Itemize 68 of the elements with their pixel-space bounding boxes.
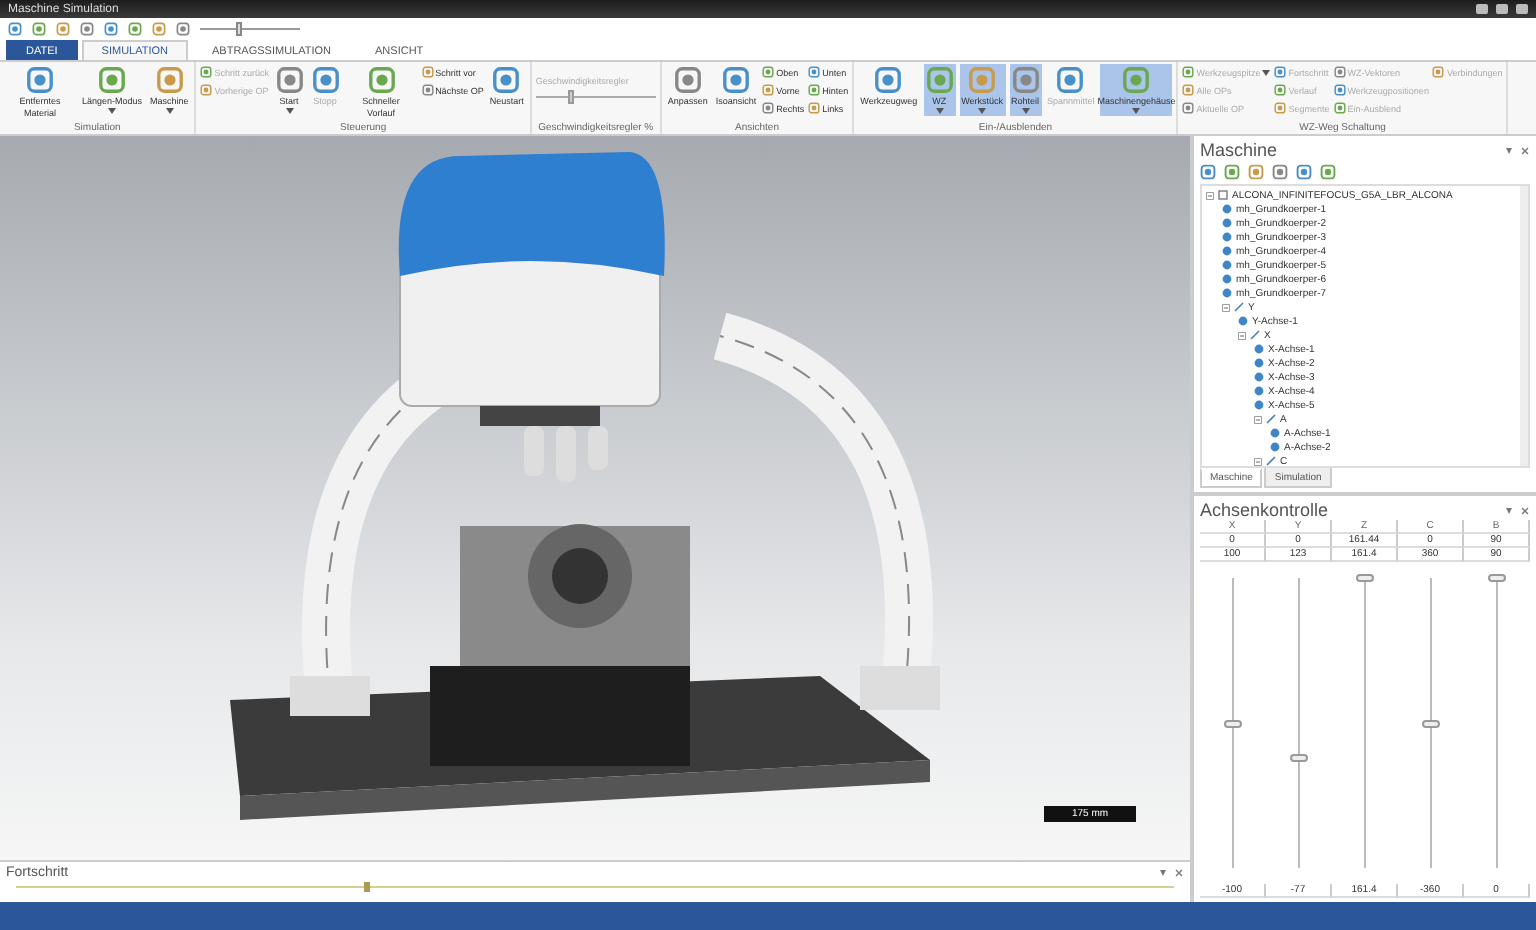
square-dot-icon bbox=[200, 84, 213, 96]
square-dot-icon bbox=[1272, 164, 1288, 180]
progress-thumb[interactable] bbox=[363, 882, 370, 892]
square-dot-icon bbox=[56, 22, 70, 36]
collapse-icon[interactable] bbox=[1222, 303, 1230, 311]
square-dot-icon bbox=[1333, 102, 1346, 114]
caret-icon bbox=[1132, 107, 1141, 113]
close-button[interactable] bbox=[1516, 4, 1528, 14]
square-dot-icon bbox=[1182, 84, 1195, 96]
slider-thumb[interactable] bbox=[235, 22, 241, 36]
square-dot-icon bbox=[1333, 84, 1346, 96]
square-dot-icon bbox=[1182, 66, 1195, 78]
slider-thumb[interactable] bbox=[1422, 719, 1440, 727]
axis-icon bbox=[1234, 302, 1244, 312]
square-dot-icon bbox=[176, 22, 190, 36]
square-dot-icon bbox=[8, 22, 22, 36]
close-icon[interactable] bbox=[1174, 868, 1184, 878]
square-dot-icon bbox=[1182, 102, 1195, 114]
square-dot-icon bbox=[1432, 66, 1445, 78]
close-icon[interactable] bbox=[1520, 145, 1530, 155]
collapse-icon[interactable] bbox=[1206, 191, 1214, 199]
square-dot-icon bbox=[1296, 164, 1312, 180]
caret-icon bbox=[1262, 69, 1271, 75]
caret-icon bbox=[978, 107, 987, 113]
close-icon[interactable] bbox=[1520, 505, 1530, 515]
slider-thumb[interactable] bbox=[1290, 753, 1308, 762]
caret-icon bbox=[935, 107, 944, 113]
square-dot-icon bbox=[762, 84, 775, 96]
square-dot-icon bbox=[808, 102, 821, 114]
square-dot-icon bbox=[152, 22, 166, 36]
square-dot-icon bbox=[104, 22, 118, 36]
square-dot-icon bbox=[1274, 66, 1287, 78]
slider-thumb[interactable] bbox=[1224, 719, 1242, 727]
collapse-icon[interactable] bbox=[1254, 457, 1262, 465]
square-dot-icon bbox=[1224, 164, 1240, 180]
square-dot-icon bbox=[1274, 84, 1287, 96]
square-dot-icon bbox=[421, 66, 434, 78]
slider-thumb[interactable] bbox=[1356, 574, 1374, 582]
square-dot-icon bbox=[1200, 164, 1216, 180]
square-dot-icon bbox=[1320, 164, 1336, 180]
square-dot-icon bbox=[1274, 102, 1287, 114]
caret-icon bbox=[1021, 107, 1030, 113]
square-dot-icon bbox=[808, 66, 821, 78]
panel-title: Maschine bbox=[1200, 140, 1278, 160]
caret-icon bbox=[165, 107, 174, 113]
square-dot-icon bbox=[808, 84, 821, 96]
axis-icon bbox=[1266, 414, 1276, 424]
slider-thumb[interactable] bbox=[1488, 574, 1506, 582]
axis-icon bbox=[1250, 330, 1260, 340]
minimize-button[interactable] bbox=[1476, 4, 1488, 14]
caret-icon bbox=[285, 107, 294, 113]
sphere-icon bbox=[1238, 316, 1248, 326]
maximize-button[interactable] bbox=[1496, 4, 1508, 14]
square-dot-icon bbox=[762, 102, 775, 114]
square-dot-icon bbox=[1333, 66, 1346, 78]
square-dot-icon bbox=[200, 66, 213, 78]
square-dot-icon bbox=[32, 22, 46, 36]
square-dot-icon bbox=[128, 22, 142, 36]
caret-icon bbox=[108, 107, 117, 113]
square-dot-icon bbox=[762, 66, 775, 78]
square-dot-icon bbox=[421, 84, 434, 96]
square-dot-icon bbox=[80, 22, 94, 36]
square-dot-icon bbox=[1248, 164, 1264, 180]
box-icon bbox=[1218, 190, 1228, 200]
panel-title: Achsenkontrolle bbox=[1200, 500, 1329, 520]
collapse-icon[interactable] bbox=[1238, 331, 1246, 339]
axis-icon bbox=[1266, 456, 1276, 466]
collapse-icon[interactable] bbox=[1254, 415, 1262, 423]
